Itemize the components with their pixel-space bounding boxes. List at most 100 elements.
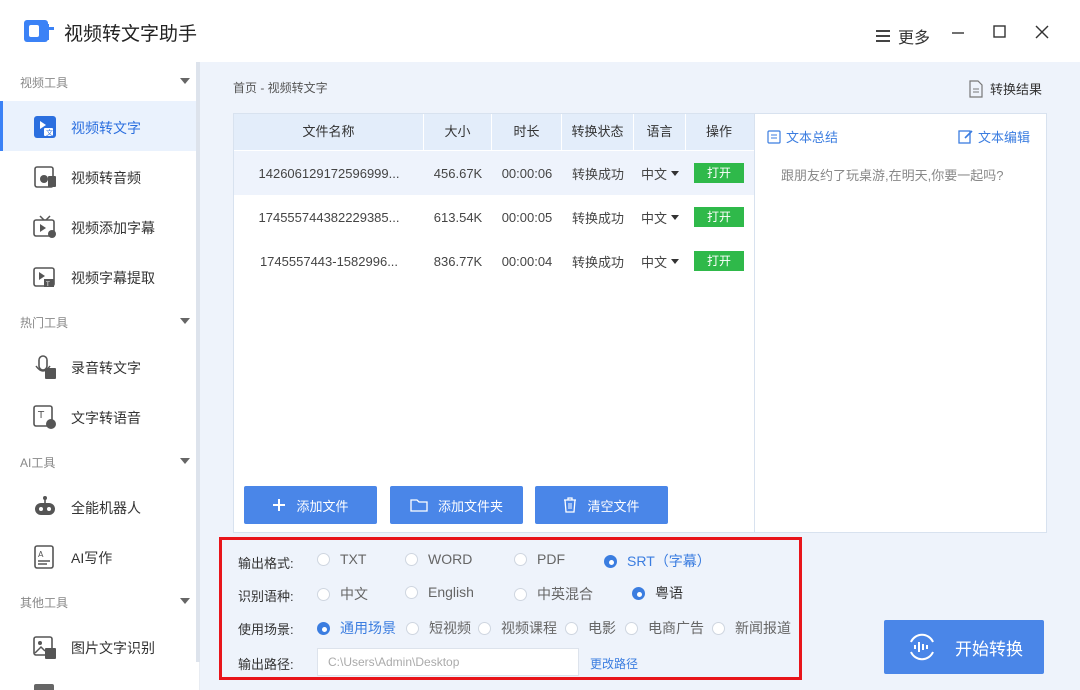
column-header-action: 操作 — [705, 124, 732, 139]
svg-text:T: T — [37, 410, 45, 421]
svg-text:文: 文 — [46, 128, 53, 137]
svg-text:A: A — [38, 550, 44, 559]
language-value: 中文 — [640, 210, 667, 226]
radio-label: TXT — [340, 551, 367, 567]
usage-scene-label: 使用场景: — [238, 622, 294, 637]
radio-format-word[interactable]: WORD — [405, 551, 472, 567]
sidebar-item-label: 视频添加字幕 — [71, 220, 155, 236]
file-name: 174555744382229385... — [258, 209, 400, 225]
column-header-status: 转换状态 — [562, 114, 634, 150]
sidebar-item-audio-to-text[interactable]: 录音转文字 — [0, 341, 198, 391]
result-label: 转换结果 — [990, 82, 1043, 97]
start-conversion-button[interactable]: 开始转换 — [884, 620, 1044, 674]
table-row[interactable]: 1745557443-1582996... 836.77K 00:00:04 转… — [234, 239, 754, 283]
radio-lang-chinese[interactable]: 中文 — [317, 584, 368, 604]
output-path-input[interactable]: C:\Users\Admin\Desktop — [317, 648, 579, 676]
change-path-link[interactable]: 更改路径 — [590, 655, 638, 672]
sidebar-item-video-to-text[interactable]: 文 视频转文字 — [0, 101, 198, 151]
sidebar-item-ai-writing[interactable]: A AI写作 — [0, 531, 198, 581]
file-duration: 00:00:05 — [501, 209, 553, 225]
radio-scene-news[interactable]: 新闻报道 — [712, 618, 791, 638]
maximize-icon[interactable] — [990, 22, 1010, 42]
more-menu-button[interactable]: 更多 — [876, 24, 930, 48]
radio-format-txt[interactable]: TXT — [317, 551, 366, 567]
text-to-speech-icon: T — [33, 405, 56, 429]
collapse-arrow-icon[interactable] — [180, 78, 190, 84]
open-button[interactable]: 打开 — [694, 207, 744, 227]
radio-scene-movie[interactable]: 电影 — [565, 618, 616, 638]
sidebar-item-label: 录音转文字 — [71, 360, 141, 376]
radio-lang-mixed[interactable]: 中英混合 — [514, 584, 593, 604]
radio-scene-short-video[interactable]: 短视频 — [406, 618, 471, 638]
minimize-icon[interactable] — [948, 22, 968, 42]
edit-icon — [958, 130, 973, 144]
table-row[interactable]: 174555744382229385... 613.54K 00:00:05 转… — [234, 195, 754, 239]
sidebar-item-extract-subtitle[interactable]: T 视频字幕提取 — [0, 251, 198, 301]
sidebar-group-other-tools: 其他工具 — [20, 596, 69, 610]
radio-scene-general[interactable]: 通用场景 — [317, 618, 396, 638]
radio-scene-course[interactable]: 视频课程 — [478, 618, 557, 638]
ai-writing-icon: A — [34, 545, 54, 569]
chevron-down-icon — [671, 214, 679, 220]
radio-label: SRT（字幕） — [627, 553, 711, 569]
sidebar-item-video-to-audio[interactable]: 视频转音频 — [0, 151, 198, 201]
radio-label: 粤语 — [655, 585, 683, 601]
clear-files-button[interactable]: 清空文件 — [535, 486, 668, 524]
tab-text-edit[interactable]: 文本编辑 — [958, 127, 1030, 146]
collapse-arrow-icon[interactable] — [180, 598, 190, 604]
sidebar-item-label: 视频转音频 — [71, 170, 141, 186]
collapse-arrow-icon[interactable] — [180, 318, 190, 324]
radio-lang-cantonese[interactable]: 粤语 — [632, 583, 683, 603]
chevron-down-icon — [671, 170, 679, 176]
sidebar-item-text-to-speech[interactable]: T 文字转语音 — [0, 391, 198, 441]
next-item-icon — [34, 684, 54, 690]
radio-lang-english[interactable]: English — [405, 584, 474, 600]
tab-text-summary[interactable]: 文本总结 — [767, 127, 838, 146]
sidebar-group-video-tools: 视频工具 — [20, 76, 69, 90]
language-select[interactable]: 中文 — [641, 252, 679, 271]
language-select[interactable]: 中文 — [641, 164, 679, 183]
sidebar-item-add-subtitle[interactable]: 视频添加字幕 — [0, 201, 198, 251]
breadcrumb: 首页 - 视频转文字 — [233, 81, 328, 95]
audio-to-text-icon — [35, 355, 56, 379]
clear-files-label: 清空文件 — [587, 498, 640, 514]
transcript-text[interactable]: 跟朋友约了玩桌游,在明天,你要一起吗? — [781, 166, 1021, 186]
file-name: 142606129172596999... — [258, 165, 400, 181]
file-size: 613.54K — [433, 209, 483, 225]
radio-label: 中英混合 — [537, 586, 593, 602]
folder-icon — [410, 499, 428, 512]
radio-scene-ecommerce-ad[interactable]: 电商广告 — [625, 618, 704, 638]
sidebar-item-robot[interactable]: 全能机器人 — [0, 481, 198, 531]
open-button[interactable]: 打开 — [694, 251, 744, 271]
radio-format-pdf[interactable]: PDF — [514, 551, 565, 567]
file-size: 836.77K — [433, 253, 483, 269]
close-icon[interactable] — [1032, 22, 1052, 42]
conversion-result-button[interactable]: 转换结果 — [968, 79, 1042, 98]
radio-format-srt[interactable]: SRT（字幕） — [604, 551, 711, 571]
edit-tab-label: 文本编辑 — [978, 130, 1031, 145]
open-button[interactable]: 打开 — [694, 163, 744, 183]
add-folder-button[interactable]: 添加文件夹 — [390, 486, 523, 524]
radio-label: PDF — [537, 551, 565, 567]
collapse-arrow-icon[interactable] — [180, 458, 190, 464]
table-header: 文件名称 大小 时长 转换状态 语言 操作 — [234, 114, 754, 150]
file-status: 转换成功 — [571, 210, 624, 226]
sidebar-group-ai-tools: AI工具 — [20, 456, 56, 470]
table-row[interactable]: 142606129172596999... 456.67K 00:00:06 转… — [234, 151, 754, 195]
sidebar-item-label: 视频字幕提取 — [71, 270, 155, 286]
radio-label: English — [428, 584, 474, 600]
summary-icon — [767, 129, 781, 144]
sidebar-item-label: 文字转语音 — [71, 410, 141, 426]
sidebar-item-image-ocr[interactable]: 图片文字识别 — [0, 621, 198, 671]
title-bar: 视频转文字助手 更多 — [0, 0, 1080, 62]
file-duration: 00:00:06 — [501, 165, 553, 181]
add-folder-label: 添加文件夹 — [437, 498, 503, 514]
file-list-panel: 文件名称 大小 时长 转换状态 语言 操作 142606129172596999… — [233, 113, 755, 533]
file-status: 转换成功 — [571, 166, 624, 182]
add-file-button[interactable]: 添加文件 — [244, 486, 377, 524]
output-format-label: 输出格式: — [238, 556, 294, 571]
column-header-duration: 时长 — [492, 114, 562, 150]
file-name: 1745557443-1582996... — [259, 253, 399, 269]
language-select[interactable]: 中文 — [641, 208, 679, 227]
file-size: 456.67K — [433, 165, 483, 181]
